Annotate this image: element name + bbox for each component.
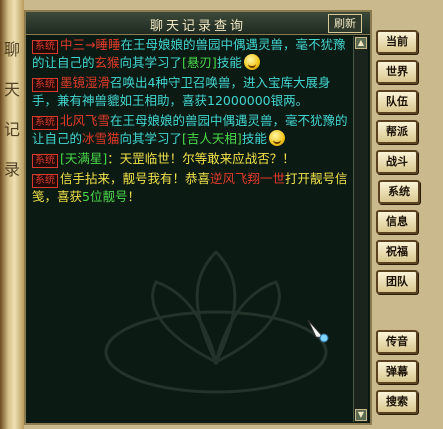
channel-tab[interactable]: 当前 xyxy=(376,30,418,54)
channel-tab-bar: 当前世界队伍帮派战斗系统信息祝福团队传音弹幕搜索 xyxy=(372,26,440,426)
chat-message: 系统 信手拈来，靓号我有！恭喜逆风飞翔一世打开靓号信笺，喜获5位靓号！ xyxy=(32,170,352,206)
message-segment: ！ xyxy=(127,189,140,204)
system-tag: 系统 xyxy=(32,174,58,188)
channel-tab[interactable]: 祝福 xyxy=(376,240,418,264)
side-scroll-decoration: 聊 天 记 录 xyxy=(0,0,24,429)
channel-tab[interactable]: 信息 xyxy=(376,210,418,234)
refresh-button[interactable]: 刷新 xyxy=(328,14,362,33)
system-tag: 系统 xyxy=(32,78,58,92)
channel-tab[interactable]: 传音 xyxy=(376,330,418,354)
system-tag: 系统 xyxy=(32,154,58,168)
message-segment: 技能 xyxy=(216,55,242,70)
mouse-cursor-icon xyxy=(307,319,329,343)
message-segment: 银两 xyxy=(270,93,296,108)
scroll-down-arrow-icon[interactable]: ▼ xyxy=(355,409,367,421)
scroll-glyph: 天 xyxy=(3,80,20,99)
scroll-glyph: 聊 xyxy=(3,40,20,59)
channel-tab[interactable]: 帮派 xyxy=(376,120,418,144)
channel-tab[interactable]: 战斗 xyxy=(376,150,418,174)
channel-tab[interactable]: 弹幕 xyxy=(376,360,418,384)
message-segment[interactable]: 玄猴 xyxy=(95,55,120,70)
window-title: 聊天记录查询 xyxy=(149,19,246,34)
channel-tab[interactable]: 搜索 xyxy=(376,390,418,414)
message-segment[interactable]: 5位靓号 xyxy=(82,189,127,204)
channel-tab[interactable]: 世界 xyxy=(376,60,418,84)
chat-message-list: 系统 中三→睡睡在王母娘娘的兽园中偶遇灵兽，毫不犹豫的让自己的玄猴向其学习了[悬刃… xyxy=(30,36,352,406)
message-segment[interactable]: [吉人天相] xyxy=(182,131,242,146)
message-segment: 12000000 xyxy=(207,93,271,108)
chat-scrollbar[interactable]: ▲ ▼ xyxy=(353,36,368,422)
message-segment[interactable]: 冰雪猫 xyxy=(82,131,120,146)
laugh-emoji-icon xyxy=(243,54,260,70)
message-segment: 向其学习了 xyxy=(119,55,183,70)
scroll-glyph: 录 xyxy=(3,160,20,179)
chat-log-window: 聊天记录查询 刷新 系统 中三→睡睡在王母娘娘的兽园中偶遇灵兽，毫不犹豫的让自己的… xyxy=(24,10,372,425)
message-segment: 。 xyxy=(295,93,309,108)
message-segment[interactable]: 北风飞雪 xyxy=(60,113,110,128)
chat-message: 系统 北风飞雪在王母娘娘的兽园中偶遇灵兽，毫不犹豫的让自己的冰雪猫向其学习了[吉人… xyxy=(32,112,352,148)
message-segment: 信手拈来，靓号我有！恭喜 xyxy=(60,171,211,186)
chat-message: 系统 [天满星]：天罡临世！尔等敢来应战否？！ xyxy=(32,150,352,168)
message-segment: 技能 xyxy=(241,131,267,146)
scroll-glyph: 记 xyxy=(3,120,20,139)
system-tag: 系统 xyxy=(32,116,58,130)
message-segment[interactable]: 逆风飞翔一世 xyxy=(210,171,285,186)
system-tag: 系统 xyxy=(32,40,58,54)
title-bar[interactable]: 聊天记录查询 刷新 xyxy=(26,12,370,35)
message-segment[interactable]: [悬刃] xyxy=(182,55,217,70)
message-segment: ：天罡临世！尔等敢来应战否？！ xyxy=(107,151,295,166)
message-segment[interactable]: [天满星] xyxy=(60,151,107,166)
channel-tab[interactable]: 系统 xyxy=(378,180,420,204)
laugh-emoji-icon xyxy=(268,130,285,146)
channel-tab[interactable]: 队伍 xyxy=(376,90,418,114)
message-segment: 向其学习了 xyxy=(119,131,183,146)
channel-tab[interactable]: 团队 xyxy=(376,270,418,294)
chat-message: 系统 中三→睡睡在王母娘娘的兽园中偶遇灵兽，毫不犹豫的让自己的玄猴向其学习了[悬刃… xyxy=(32,36,352,72)
message-segment[interactable]: 中三→睡睡 xyxy=(60,37,120,52)
chat-message: 系统 墨镜湿滑召唤出4种守卫召唤兽，进入宝库大展身手，兼有神兽貔如王相助，喜获12… xyxy=(32,74,352,110)
scroll-up-arrow-icon[interactable]: ▲ xyxy=(355,37,367,49)
message-segment[interactable]: 墨镜湿滑 xyxy=(60,75,110,90)
